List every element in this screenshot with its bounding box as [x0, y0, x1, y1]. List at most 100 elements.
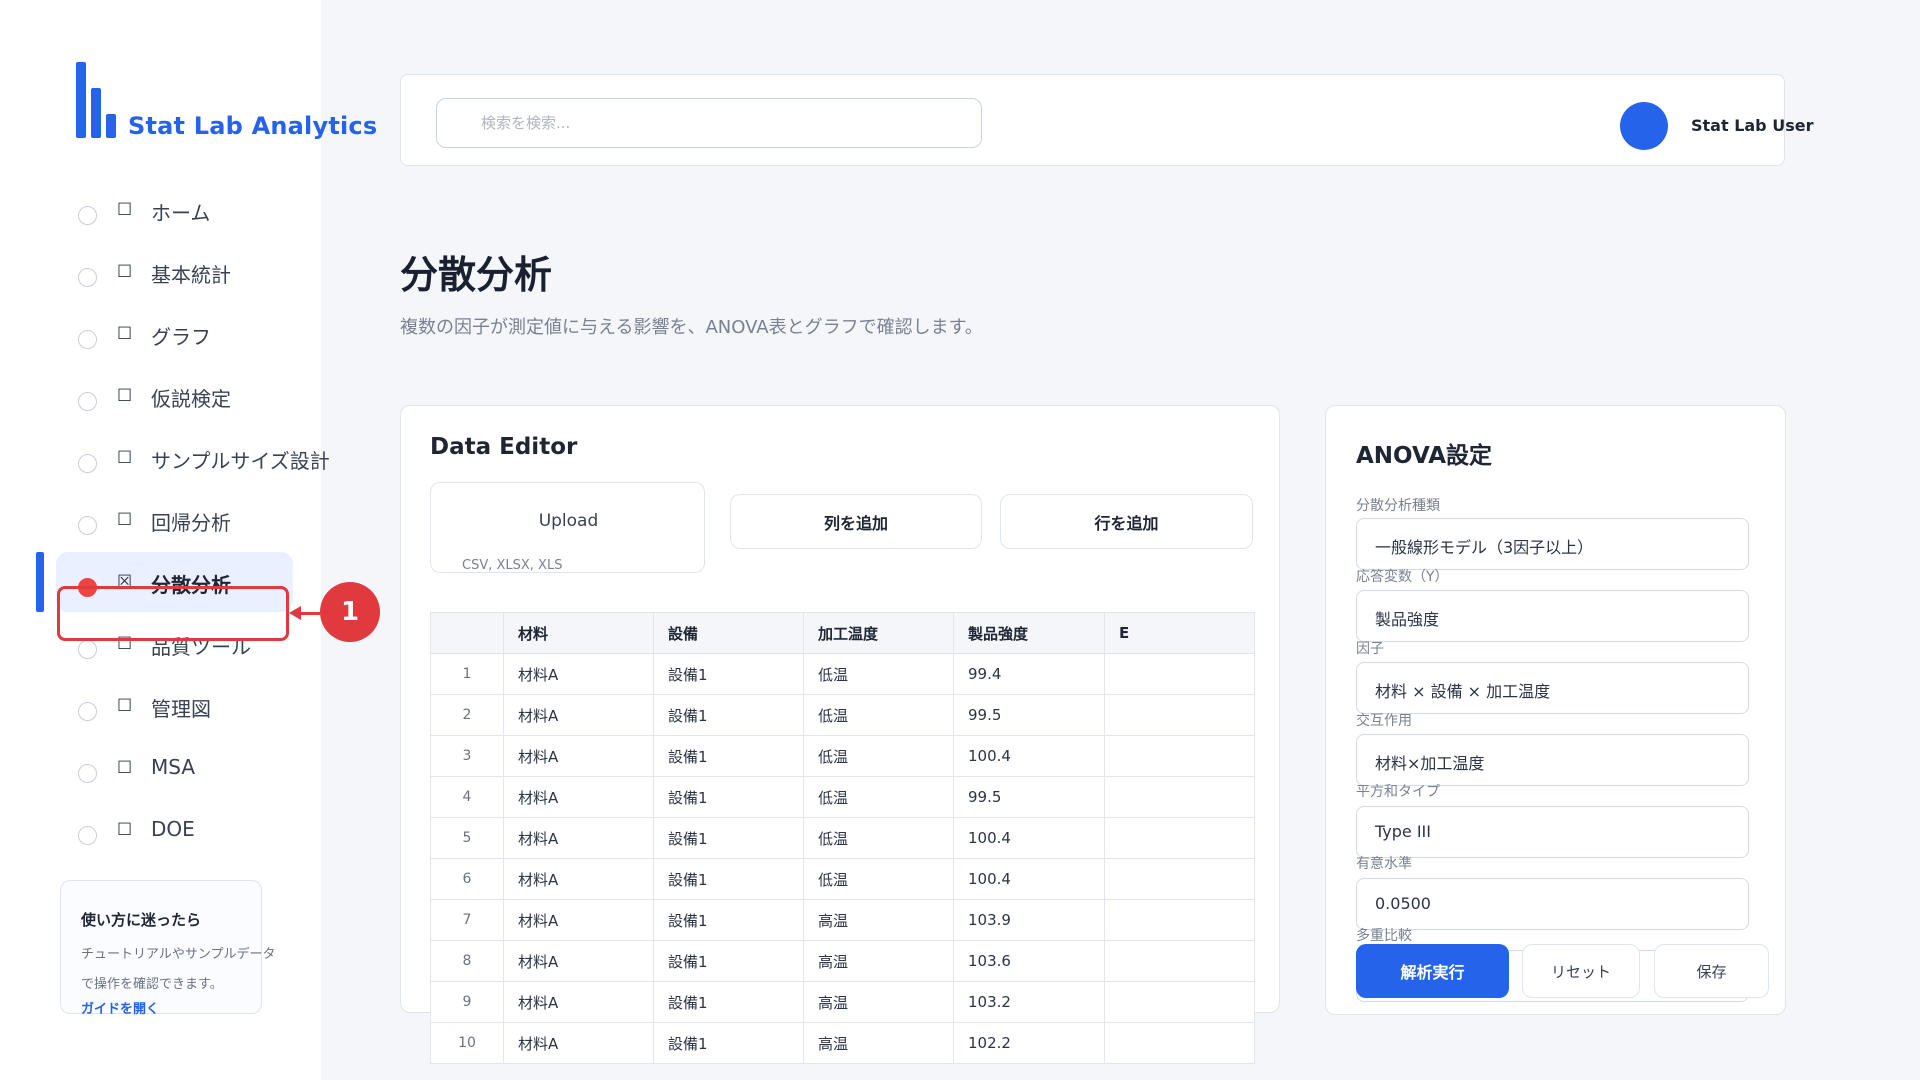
table-cell[interactable] — [1104, 817, 1255, 859]
table-cell[interactable]: 103.6 — [953, 940, 1105, 982]
table-cell[interactable] — [1104, 776, 1255, 818]
table-cell[interactable]: 設備1 — [653, 694, 804, 736]
sidebar-item-sample-size[interactable]: ☐ サンプルサイズ設計 — [0, 428, 330, 490]
column-header-e[interactable]: E — [1104, 612, 1255, 654]
table-cell[interactable]: 100.4 — [953, 817, 1105, 859]
radio-icon — [78, 206, 97, 225]
column-header-temperature[interactable]: 加工温度 — [803, 612, 954, 654]
top-bar: Stat Lab User — [400, 74, 1813, 166]
table-cell[interactable] — [1104, 940, 1255, 982]
factors-select[interactable]: 材料 × 設備 × 加工温度 — [1356, 662, 1749, 714]
upload-formats: CSV, XLSX, XLS — [462, 558, 563, 573]
table-cell[interactable]: 低温 — [803, 653, 954, 695]
table-cell[interactable]: 設備1 — [653, 776, 804, 818]
table-cell[interactable] — [1104, 858, 1255, 900]
table-cell[interactable]: 材料A — [503, 776, 654, 818]
sum-of-squares-select[interactable]: Type III — [1356, 806, 1749, 858]
annotation-arrow-head-icon — [289, 606, 301, 620]
radio-icon — [78, 392, 97, 411]
table-row: 7 材料A 設備1 高温 103.9 — [430, 899, 1255, 941]
table-cell[interactable]: 100.4 — [953, 858, 1105, 900]
sidebar-item-home[interactable]: ☐ ホーム — [0, 180, 321, 242]
sidebar-item-label: DOE — [151, 817, 195, 841]
table-cell[interactable] — [1104, 899, 1255, 941]
field-value: 材料×加工温度 — [1375, 754, 1485, 773]
sidebar-item-msa[interactable]: ☐ MSA — [0, 738, 321, 800]
brand-logo[interactable]: Stat Lab Analytics — [76, 62, 377, 140]
run-analysis-button[interactable]: 解析実行 — [1356, 944, 1509, 998]
field-value: 材料 × 設備 × 加工温度 — [1375, 682, 1551, 701]
table-cell[interactable] — [1104, 694, 1255, 736]
response-variable-select[interactable]: 製品強度 — [1356, 590, 1749, 642]
radio-icon — [78, 516, 97, 535]
field-label: 平方和タイプ — [1356, 784, 1440, 800]
table-cell[interactable] — [1104, 653, 1255, 695]
analysis-type-select[interactable]: 一般線形モデル（3因子以上） — [1356, 518, 1749, 570]
sidebar-item-doe[interactable]: ☐ DOE — [0, 800, 321, 862]
save-button[interactable]: 保存 — [1654, 944, 1769, 998]
reset-button[interactable]: リセット — [1522, 944, 1640, 998]
table-cell[interactable]: 材料A — [503, 735, 654, 777]
avatar[interactable] — [1620, 102, 1668, 150]
field-label: 因子 — [1356, 641, 1384, 657]
add-row-button[interactable]: 行を追加 — [1000, 494, 1253, 549]
row-index: 8 — [430, 940, 504, 982]
table-cell[interactable]: 設備1 — [653, 899, 804, 941]
column-header-strength[interactable]: 製品強度 — [953, 612, 1105, 654]
table-cell[interactable]: 99.4 — [953, 653, 1105, 695]
table-cell[interactable]: 設備1 — [653, 940, 804, 982]
table-cell[interactable]: 高温 — [803, 1022, 954, 1064]
table-cell[interactable]: 低温 — [803, 817, 954, 859]
table-cell[interactable]: 材料A — [503, 817, 654, 859]
sidebar-item-regression[interactable]: ☐ 回帰分析 — [0, 490, 321, 552]
table-cell[interactable]: 102.2 — [953, 1022, 1105, 1064]
table-cell[interactable]: 高温 — [803, 940, 954, 982]
add-column-button[interactable]: 列を追加 — [730, 494, 982, 549]
sidebar-item-graph[interactable]: ☐ グラフ — [0, 304, 321, 366]
table-cell[interactable]: 材料A — [503, 653, 654, 695]
table-cell[interactable]: 高温 — [803, 899, 954, 941]
table-cell[interactable]: 材料A — [503, 1022, 654, 1064]
table-cell[interactable]: 設備1 — [653, 653, 804, 695]
table-cell[interactable]: 高温 — [803, 981, 954, 1023]
table-cell[interactable]: 設備1 — [653, 735, 804, 777]
significance-level-input[interactable]: 0.0500 — [1356, 878, 1749, 930]
table-cell[interactable]: 低温 — [803, 776, 954, 818]
table-cell[interactable]: 材料A — [503, 858, 654, 900]
upload-dropzone[interactable]: Upload CSV, XLSX, XLS — [430, 482, 705, 573]
table-cell[interactable]: 100.4 — [953, 735, 1105, 777]
table-cell[interactable]: 設備1 — [653, 817, 804, 859]
radio-icon — [78, 454, 97, 473]
table-cell[interactable] — [1104, 981, 1255, 1023]
interaction-select[interactable]: 材料×加工温度 — [1356, 734, 1749, 786]
column-header-material[interactable]: 材料 — [503, 612, 654, 654]
table-cell[interactable]: 低温 — [803, 694, 954, 736]
table-cell[interactable]: 設備1 — [653, 858, 804, 900]
help-card: 使い方に迷ったら チュートリアルやサンプルデータで操作を確認できます。 ガイドを… — [60, 880, 275, 1017]
table-cell[interactable]: 材料A — [503, 899, 654, 941]
table-cell[interactable] — [1104, 735, 1255, 777]
search-input[interactable] — [436, 98, 982, 148]
sidebar: Stat Lab Analytics ☐ ホーム ☐ 基本統計 ☐ グラフ ☐ … — [0, 0, 377, 1080]
table-cell[interactable] — [1104, 1022, 1255, 1064]
guide-link[interactable]: ガイドを開く — [81, 998, 261, 1017]
table-cell[interactable]: 99.5 — [953, 776, 1105, 818]
table-cell[interactable]: 設備1 — [653, 1022, 804, 1064]
sidebar-item-basic-stats[interactable]: ☐ 基本統計 — [0, 242, 321, 304]
column-header-equipment[interactable]: 設備 — [653, 612, 804, 654]
sidebar-item-hypothesis-test[interactable]: ☐ 仮説検定 — [0, 366, 321, 428]
table-cell[interactable]: 低温 — [803, 735, 954, 777]
table-cell[interactable]: 99.5 — [953, 694, 1105, 736]
table-cell[interactable]: 103.2 — [953, 981, 1105, 1023]
sidebar-item-control-chart[interactable]: ☐ 管理図 — [0, 676, 321, 738]
table-cell[interactable]: 材料A — [503, 981, 654, 1023]
table-body: 1 材料A 設備1 低温 99.4 2 材料A 設備1 低温 99.5 3 材料A 設備1 低温 100.4… — [430, 653, 1255, 1064]
table-row: 6 材料A 設備1 低温 100.4 — [430, 858, 1255, 900]
table-cell[interactable]: 材料A — [503, 940, 654, 982]
table-cell[interactable]: 低温 — [803, 858, 954, 900]
table-cell[interactable]: 103.9 — [953, 899, 1105, 941]
checkbox-icon: ☐ — [117, 324, 133, 344]
table-cell[interactable]: 設備1 — [653, 981, 804, 1023]
table-row: 9 材料A 設備1 高温 103.2 — [430, 981, 1255, 1023]
table-cell[interactable]: 材料A — [503, 694, 654, 736]
